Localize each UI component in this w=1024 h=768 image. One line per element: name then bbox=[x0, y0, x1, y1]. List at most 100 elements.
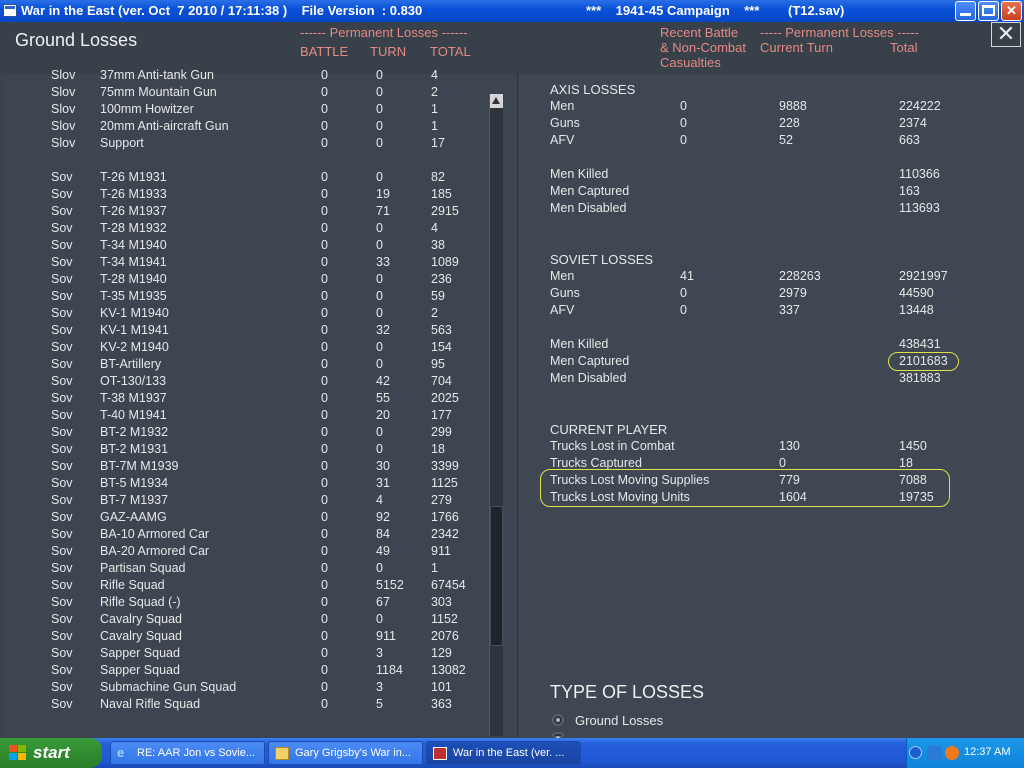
row-unit-name: 20mm Anti-aircraft Gun bbox=[100, 119, 229, 133]
row-battle: 0 bbox=[321, 595, 328, 609]
row-total: 4 bbox=[431, 68, 438, 82]
row-unit-name: BT-2 M1931 bbox=[100, 442, 169, 456]
row-total: 67454 bbox=[431, 578, 466, 592]
tray-expand-icon[interactable] bbox=[909, 746, 922, 759]
row-total: 2076 bbox=[431, 629, 459, 643]
row-nationality: Sov bbox=[51, 663, 73, 677]
row-battle: 0 bbox=[321, 119, 328, 133]
row-unit-name: OT-130/133 bbox=[100, 374, 167, 388]
table-row[interactable]: Sov Rifle Squad 0 5152 67454 bbox=[5, 578, 475, 595]
row-turn: 3 bbox=[376, 646, 383, 660]
table-row[interactable]: Sov Rifle Squad (-) 0 67 303 bbox=[5, 595, 475, 612]
table-row[interactable]: Sov BT-Artillery 0 0 95 bbox=[5, 357, 475, 374]
row-battle: 0 bbox=[321, 102, 328, 116]
campaign-label: *** 1941-45 Campaign *** bbox=[586, 3, 760, 18]
table-row[interactable]: Sov BT-2 M1932 0 0 299 bbox=[5, 425, 475, 442]
ground-losses-label[interactable]: Ground Losses bbox=[575, 713, 663, 728]
table-row[interactable]: Sov T-38 M1937 0 55 2025 bbox=[5, 391, 475, 408]
row-total: 2025 bbox=[431, 391, 459, 405]
table-row[interactable]: Sov T-28 M1932 0 0 4 bbox=[5, 221, 475, 238]
taskbar-item-folder[interactable]: Gary Grigsby's War in... bbox=[268, 741, 423, 765]
table-row[interactable]: Sov T-26 M1931 0 0 82 bbox=[5, 170, 475, 187]
row-nationality: Sov bbox=[51, 425, 73, 439]
recent-battle-header-2: & Non-Combat bbox=[660, 40, 746, 55]
table-row[interactable]: Sov BA-10 Armored Car 0 84 2342 bbox=[5, 527, 475, 544]
network-icon[interactable] bbox=[927, 746, 941, 760]
table-row[interactable]: Sov BT-7 M1937 0 4 279 bbox=[5, 493, 475, 510]
table-row[interactable]: Sov T-26 M1937 0 71 2915 bbox=[5, 204, 475, 221]
table-row[interactable]: Sov T-35 M1935 0 0 59 bbox=[5, 289, 475, 306]
table-row[interactable]: Sov BT-7M M1939 0 30 3399 bbox=[5, 459, 475, 476]
taskbar-item-game[interactable]: War in the East (ver. ... bbox=[426, 741, 581, 765]
row-total: 911 bbox=[431, 544, 451, 558]
table-row[interactable]: Sov OT-130/133 0 42 704 bbox=[5, 374, 475, 391]
table-row[interactable]: Sov Cavalry Squad 0 0 1152 bbox=[5, 612, 475, 629]
start-button[interactable]: start bbox=[0, 738, 102, 768]
row-turn: 0 bbox=[376, 85, 383, 99]
table-row[interactable]: Sov KV-1 M1941 0 32 563 bbox=[5, 323, 475, 340]
row-turn: 0 bbox=[376, 425, 383, 439]
axis-captured-label: Men Captured bbox=[550, 184, 630, 198]
row-unit-name: BT-2 M1932 bbox=[100, 425, 169, 439]
row-unit-name: BT-5 M1934 bbox=[100, 476, 169, 490]
scroll-up-arrow-icon[interactable] bbox=[490, 94, 503, 108]
list-scrollbar[interactable] bbox=[489, 94, 503, 736]
axis-men-turn: 9888 bbox=[779, 99, 807, 113]
row-nationality: Sov bbox=[51, 612, 73, 626]
table-row[interactable]: Sov GAZ-AAMG 0 92 1766 bbox=[5, 510, 475, 527]
table-row[interactable]: Slov 75mm Mountain Gun 0 0 2 bbox=[5, 85, 475, 102]
scroll-thumb[interactable] bbox=[490, 506, 503, 646]
maximize-button[interactable] bbox=[978, 1, 999, 21]
maximize-icon bbox=[982, 5, 995, 16]
tray-app-icon[interactable] bbox=[945, 746, 959, 760]
row-turn: 19 bbox=[376, 187, 390, 201]
table-row[interactable]: Sov T-34 M1941 0 33 1089 bbox=[5, 255, 475, 272]
table-row[interactable]: Sov Partisan Squad 0 0 1 bbox=[5, 561, 475, 578]
row-unit-name: T-26 M1937 bbox=[100, 204, 167, 218]
row-total: 1766 bbox=[431, 510, 459, 524]
table-row[interactable]: Slov 20mm Anti-aircraft Gun 0 0 1 bbox=[5, 119, 475, 136]
row-turn: 0 bbox=[376, 357, 383, 371]
table-row[interactable]: Slov Support 0 0 17 bbox=[5, 136, 475, 153]
row-turn: 0 bbox=[376, 306, 383, 320]
row-turn: 3 bbox=[376, 680, 383, 694]
table-row[interactable]: Sov BA-20 Armored Car 0 49 911 bbox=[5, 544, 475, 561]
col-turn-header: TURN bbox=[370, 44, 407, 59]
row-total: 563 bbox=[431, 323, 452, 337]
row-turn: 92 bbox=[376, 510, 390, 524]
table-row[interactable]: Sov BT-2 M1931 0 0 18 bbox=[5, 442, 475, 459]
ground-losses-radio[interactable] bbox=[552, 714, 564, 726]
trucks-captured-total: 18 bbox=[899, 456, 913, 470]
row-total: 2342 bbox=[431, 527, 459, 541]
table-row[interactable]: Slov 100mm Howitzer 0 0 1 bbox=[5, 102, 475, 119]
table-row[interactable]: Sov T-40 M1941 0 20 177 bbox=[5, 408, 475, 425]
table-row[interactable]: Slov 37mm Anti-tank Gun 0 0 4 bbox=[5, 68, 475, 85]
minimize-button[interactable] bbox=[955, 1, 976, 21]
table-row[interactable]: Sov Submachine Gun Squad 0 3 101 bbox=[5, 680, 475, 697]
table-row[interactable]: Sov T-34 M1940 0 0 38 bbox=[5, 238, 475, 255]
table-row[interactable]: Sov Sapper Squad 0 3 129 bbox=[5, 646, 475, 663]
type-of-losses-title: TYPE OF LOSSES bbox=[550, 682, 705, 702]
table-row[interactable]: Sov T-28 M1940 0 0 236 bbox=[5, 272, 475, 289]
row-unit-name: Cavalry Squad bbox=[100, 629, 182, 643]
close-window-button[interactable]: ✕ bbox=[1001, 1, 1022, 21]
row-turn: 0 bbox=[376, 340, 383, 354]
soviet-guns-turn: 2979 bbox=[779, 286, 807, 300]
axis-losses-title: AXIS LOSSES bbox=[550, 82, 636, 97]
row-battle: 0 bbox=[321, 680, 328, 694]
unit-losses-list[interactable]: Slov 37mm Anti-tank Gun 0 0 4 Slov 75mm Mounta… bbox=[5, 68, 518, 738]
row-nationality: Sov bbox=[51, 561, 73, 575]
row-total: 2 bbox=[431, 85, 438, 99]
close-screen-button[interactable]: ✕ bbox=[991, 22, 1021, 47]
row-turn: 0 bbox=[376, 561, 383, 575]
row-battle: 0 bbox=[321, 629, 328, 643]
table-row[interactable]: Sov BT-5 M1934 0 31 1125 bbox=[5, 476, 475, 493]
window-titlebar[interactable]: War in the East (ver. Oct 7 2010 / 17:11… bbox=[0, 0, 1024, 22]
taskbar-item-browser[interactable]: e RE: AAR Jon vs Sovie... bbox=[110, 741, 265, 765]
table-row[interactable]: Sov Sapper Squad 0 1184 13082 bbox=[5, 663, 475, 680]
table-row[interactable]: Sov Cavalry Squad 0 911 2076 bbox=[5, 629, 475, 646]
table-row[interactable]: Sov KV-2 M1940 0 0 154 bbox=[5, 340, 475, 357]
table-row[interactable]: Sov Naval Rifle Squad 0 5 363 bbox=[5, 697, 475, 714]
table-row[interactable]: Sov T-26 M1933 0 19 185 bbox=[5, 187, 475, 204]
table-row[interactable]: Sov KV-1 M1940 0 0 2 bbox=[5, 306, 475, 323]
